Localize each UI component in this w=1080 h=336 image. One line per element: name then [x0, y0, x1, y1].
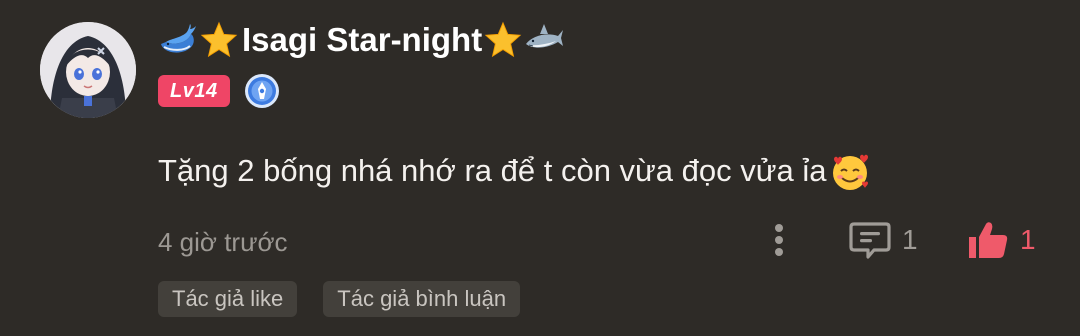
shark-icon: [526, 24, 564, 48]
comment-text: Tặng 2 bống nhá nhớ ra để t còn vừa đọc …: [158, 146, 872, 196]
tag-list: Tác giả like Tác giả bình luận: [158, 281, 546, 317]
like-button[interactable]: 1: [966, 218, 1036, 262]
whale-icon: [161, 24, 196, 53]
more-vertical-icon: [775, 224, 783, 256]
avatar[interactable]: [40, 22, 136, 118]
comment-icon: [849, 222, 891, 259]
avatar-image: [40, 22, 136, 118]
medal-badge-icon[interactable]: [244, 73, 280, 109]
username[interactable]: Isagi Star-night: [158, 18, 566, 62]
username-text: Isagi Star-night: [242, 21, 483, 58]
reply-button[interactable]: 1: [848, 218, 918, 262]
star-icon: [484, 21, 522, 58]
smiling-face-with-hearts-icon: [833, 154, 869, 190]
comment-item: Isagi Star-night Lv14 Tặng 2 bống nhá nh…: [0, 0, 1080, 336]
thumbs-up-icon: [969, 222, 1008, 258]
user-badges: Lv14: [158, 73, 280, 109]
author-liked-tag: Tác giả like: [158, 281, 298, 317]
author-commented-tag: Tác giả bình luận: [323, 281, 521, 317]
level-badge: Lv14: [158, 75, 230, 107]
timestamp: 4 giờ trước: [158, 226, 288, 257]
reply-count: 1: [902, 224, 918, 255]
like-count: 1: [1020, 224, 1036, 255]
more-options-button[interactable]: [764, 220, 794, 260]
comment-body: Tặng 2 bống nhá nhớ ra để t còn vừa đọc …: [158, 153, 827, 188]
star-icon: [200, 21, 238, 58]
